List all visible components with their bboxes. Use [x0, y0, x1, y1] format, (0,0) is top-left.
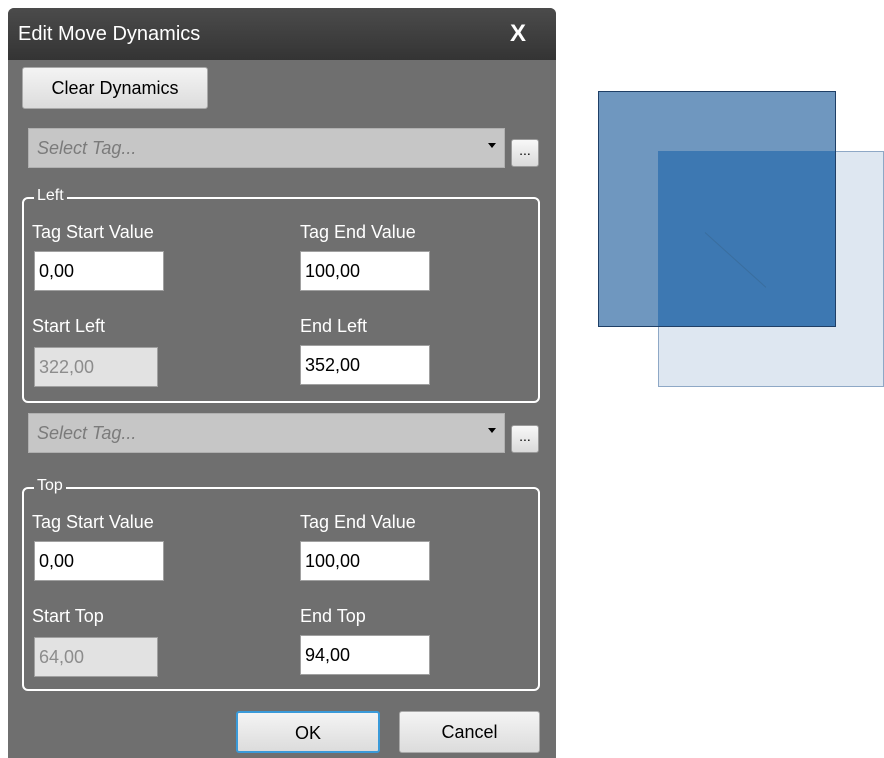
left-tag-start-input[interactable]: 0,00 — [34, 251, 164, 291]
left-tag-end-input[interactable]: 100,00 — [300, 251, 430, 291]
left-tag-start-label: Tag Start Value — [32, 222, 154, 242]
start-top-label: Start Top — [32, 606, 104, 626]
start-left-input: 322,00 — [34, 347, 158, 387]
end-top-input[interactable]: 94,00 — [300, 635, 430, 675]
ok-button[interactable]: OK — [236, 711, 380, 753]
start-top-input: 64,00 — [34, 637, 158, 677]
title-bar[interactable]: Edit Move Dynamics X — [8, 8, 556, 60]
end-top-label: End Top — [300, 606, 366, 626]
left-tag-select[interactable]: Select Tag... — [28, 128, 505, 168]
dialog-title: Edit Move Dynamics — [18, 23, 201, 45]
left-tag-placeholder: Select Tag... — [37, 138, 137, 158]
left-group: Left Tag Start Value Tag End Value 0,00 … — [22, 187, 540, 403]
left-tag-end-label: Tag End Value — [300, 222, 416, 242]
top-tag-end-input[interactable]: 100,00 — [300, 541, 430, 581]
top-tag-start-label: Tag Start Value — [32, 512, 154, 532]
top-tag-select[interactable]: Select Tag... — [28, 413, 505, 453]
start-left-label: Start Left — [32, 316, 106, 336]
cancel-button[interactable]: Cancel — [399, 711, 540, 753]
close-icon[interactable]: X — [504, 22, 532, 46]
top-group-title: Top — [34, 477, 66, 495]
top-tag-end-label: Tag End Value — [300, 512, 416, 532]
top-tag-start-input[interactable]: 0,00 — [34, 541, 164, 581]
top-group: Top Tag Start Value Tag End Value 0,00 1… — [22, 477, 540, 691]
left-tag-browse-button[interactable]: ... — [511, 139, 539, 167]
top-tag-placeholder: Select Tag... — [37, 423, 137, 443]
end-left-label: End Left — [300, 316, 368, 336]
edit-move-dynamics-dialog: Edit Move Dynamics X Clear Dynamics Sele… — [8, 8, 556, 758]
clear-dynamics-button[interactable]: Clear Dynamics — [22, 67, 208, 109]
top-tag-browse-button[interactable]: ... — [511, 425, 539, 453]
overlap-region — [658, 151, 836, 327]
dropdown-arrow-icon — [488, 428, 496, 433]
left-group-title: Left — [34, 187, 67, 205]
dropdown-arrow-icon — [488, 143, 496, 148]
end-left-input[interactable]: 352,00 — [300, 345, 430, 385]
